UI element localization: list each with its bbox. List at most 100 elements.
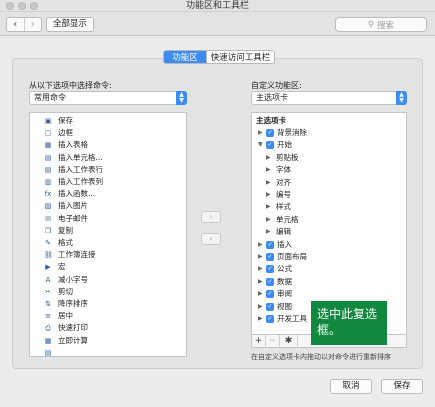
back-button[interactable]: ‹: [7, 18, 24, 31]
command-item[interactable]: ▶ 宏: [30, 261, 186, 273]
insert-column-icon: ▥: [44, 178, 52, 186]
command-label: 插入单元格...: [58, 152, 103, 162]
cancel-button[interactable]: 取消: [330, 379, 372, 394]
expand-triangle-icon[interactable]: ▶: [258, 276, 263, 288]
checkbox[interactable]: ✓: [266, 129, 274, 137]
command-item[interactable]: ▦ 立即计算: [30, 335, 186, 347]
ribbon-item-label: 字体: [276, 165, 291, 175]
expand-triangle-icon[interactable]: ▶: [258, 251, 263, 263]
expand-triangle-icon[interactable]: ▶: [266, 201, 271, 213]
checkbox[interactable]: ✓: [266, 290, 274, 299]
command-label: 工作簿连接: [58, 250, 96, 260]
add-to-ribbon-button[interactable]: ›: [201, 211, 221, 223]
ribbon-tab-item[interactable]: ▶ ✓ 背景消除: [252, 127, 406, 139]
show-all-button[interactable]: 全部显示: [46, 17, 94, 32]
command-item[interactable]: ▣ 保存: [30, 115, 186, 127]
forward-button[interactable]: ›: [23, 18, 42, 31]
ribbon-item-label: 剪贴板: [276, 152, 299, 162]
command-item[interactable]: ✂ 剪切: [30, 286, 186, 298]
checkbox[interactable]: ✓: [266, 315, 274, 323]
commands-list[interactable]: ▣保存▢边框|▸▦插入表格▤插入单元格...▤插入工作表行▥插入工作表列fx插入…: [29, 112, 187, 357]
search-placeholder: 搜索: [377, 20, 395, 31]
expand-triangle-icon[interactable]: ▶: [266, 189, 271, 201]
center-align-icon: ≡: [45, 312, 51, 321]
command-item[interactable]: ▦ 插入表格: [30, 139, 186, 151]
expand-triangle-icon[interactable]: ▶: [258, 313, 263, 325]
gear-icon[interactable]: ✱: [280, 335, 298, 347]
ribbon-group-item[interactable]: ▶ 编辑: [252, 226, 406, 238]
command-item[interactable]: ✉ 电子邮件: [30, 213, 186, 225]
command-label: 立即计算: [58, 335, 88, 345]
checkbox[interactable]: ✓: [266, 253, 274, 261]
print-icon: ⎙: [45, 324, 51, 333]
command-label: 降序排序: [58, 299, 88, 308]
command-item[interactable]: ⇅ 降序排序: [30, 298, 186, 310]
command-item[interactable]: ▢边框|▸: [30, 127, 186, 139]
expand-triangle-icon[interactable]: ▶: [266, 164, 271, 176]
ribbon-group-item[interactable]: ▶ 字体: [252, 164, 406, 176]
command-label: 边框: [58, 128, 73, 138]
command-item[interactable]: ⎙ 快速打印: [30, 322, 186, 334]
command-item[interactable]: ▤ 插入工作表行: [30, 164, 186, 176]
nav-buttons: ‹ ›: [6, 17, 42, 32]
command-item[interactable]: ⛓ 工作簿连接: [30, 249, 186, 261]
command-item[interactable]: ▤: [30, 347, 186, 357]
command-label: 插入表格: [58, 140, 88, 150]
ribbon-group-item[interactable]: ▶ 样式: [252, 201, 406, 213]
command-item[interactable]: ▨ 插入图片: [30, 200, 186, 212]
ribbon-group-item[interactable]: ▶ 对齐: [252, 177, 406, 189]
expand-triangle-icon[interactable]: ▶: [258, 288, 263, 300]
ribbon-tab-item[interactable]: ▶ ✓ 审阅: [252, 288, 406, 300]
checkbox[interactable]: ✓: [266, 141, 274, 150]
choose-commands-select[interactable]: 常用命令 ▲ ▼: [29, 91, 187, 105]
tab-segmented-control: 功能区 快速访问工具栏: [163, 50, 275, 64]
checkbox[interactable]: ✓: [266, 240, 274, 249]
add-tab-button[interactable]: +: [252, 335, 266, 347]
save-button[interactable]: 保存: [381, 379, 423, 394]
customize-ribbon-select[interactable]: 主选项卡 ▲ ▼: [251, 91, 407, 105]
partial-icon: ▤: [44, 348, 52, 357]
search-field[interactable]: ⚲ 搜索: [335, 17, 427, 32]
choose-commands-value: 常用命令: [34, 93, 66, 102]
ribbon-group-item[interactable]: ▶ 单元格: [252, 214, 406, 226]
expand-triangle-icon[interactable]: ▶: [258, 263, 263, 275]
ribbon-group-item[interactable]: ▶ 剪贴板: [252, 152, 406, 164]
picture-icon: ▨: [44, 202, 52, 211]
ribbon-tab-item[interactable]: ▶ ✓ 公式: [252, 263, 406, 275]
remove-tab-button[interactable]: −: [266, 335, 280, 347]
ribbon-item-label: 视图: [277, 301, 292, 311]
expand-triangle-icon[interactable]: ▶: [258, 127, 263, 139]
ribbon-tab-item[interactable]: ▶ ✓ 页面布局: [252, 251, 406, 263]
command-item[interactable]: fx 插入函数...: [30, 188, 186, 200]
ribbon-item-label: 编辑: [276, 227, 291, 237]
command-item[interactable]: ▤ 插入单元格...: [30, 152, 186, 164]
command-item[interactable]: ≡ 居中: [30, 310, 186, 322]
expand-triangle-icon[interactable]: ▶: [258, 301, 263, 313]
command-label: 保存: [58, 116, 73, 125]
checkbox[interactable]: ✓: [266, 277, 274, 286]
checkbox[interactable]: ✓: [266, 265, 274, 274]
command-item[interactable]: ❐ 复制: [30, 225, 186, 237]
ribbon-item-label: 单元格: [276, 214, 299, 224]
tab-ribbon[interactable]: 功能区: [164, 51, 206, 63]
insert-row-icon: ▤: [44, 165, 52, 174]
title-bar: 功能区和工具栏: [0, 0, 435, 12]
command-item[interactable]: ✎ 格式: [30, 237, 186, 249]
ribbon-tab-item[interactable]: ▼ ✓ 开始: [252, 139, 406, 151]
remove-from-ribbon-button[interactable]: ‹: [201, 233, 221, 245]
collapse-triangle-icon[interactable]: ▼: [258, 139, 263, 151]
expand-triangle-icon[interactable]: ▶: [266, 152, 271, 164]
ribbon-tab-item[interactable]: ▶ ✓ 插入: [252, 239, 406, 251]
tree-header: 主选项卡: [256, 116, 286, 125]
command-item[interactable]: ▥ 插入工作表列: [30, 176, 186, 188]
command-label: 插入函数...: [58, 189, 96, 199]
tab-quick-access-toolbar[interactable]: 快速访问工具栏: [206, 51, 274, 63]
checkbox[interactable]: ✓: [266, 302, 274, 311]
expand-triangle-icon[interactable]: ▶: [266, 226, 271, 238]
expand-triangle-icon[interactable]: ▶: [258, 239, 263, 251]
ribbon-group-item[interactable]: ▶ 编号: [252, 189, 406, 201]
expand-triangle-icon[interactable]: ▶: [266, 214, 271, 226]
expand-triangle-icon[interactable]: ▶: [266, 177, 271, 189]
command-item[interactable]: A 减小字号: [30, 274, 186, 286]
ribbon-tab-item[interactable]: ▶ ✓ 数据: [252, 276, 406, 288]
